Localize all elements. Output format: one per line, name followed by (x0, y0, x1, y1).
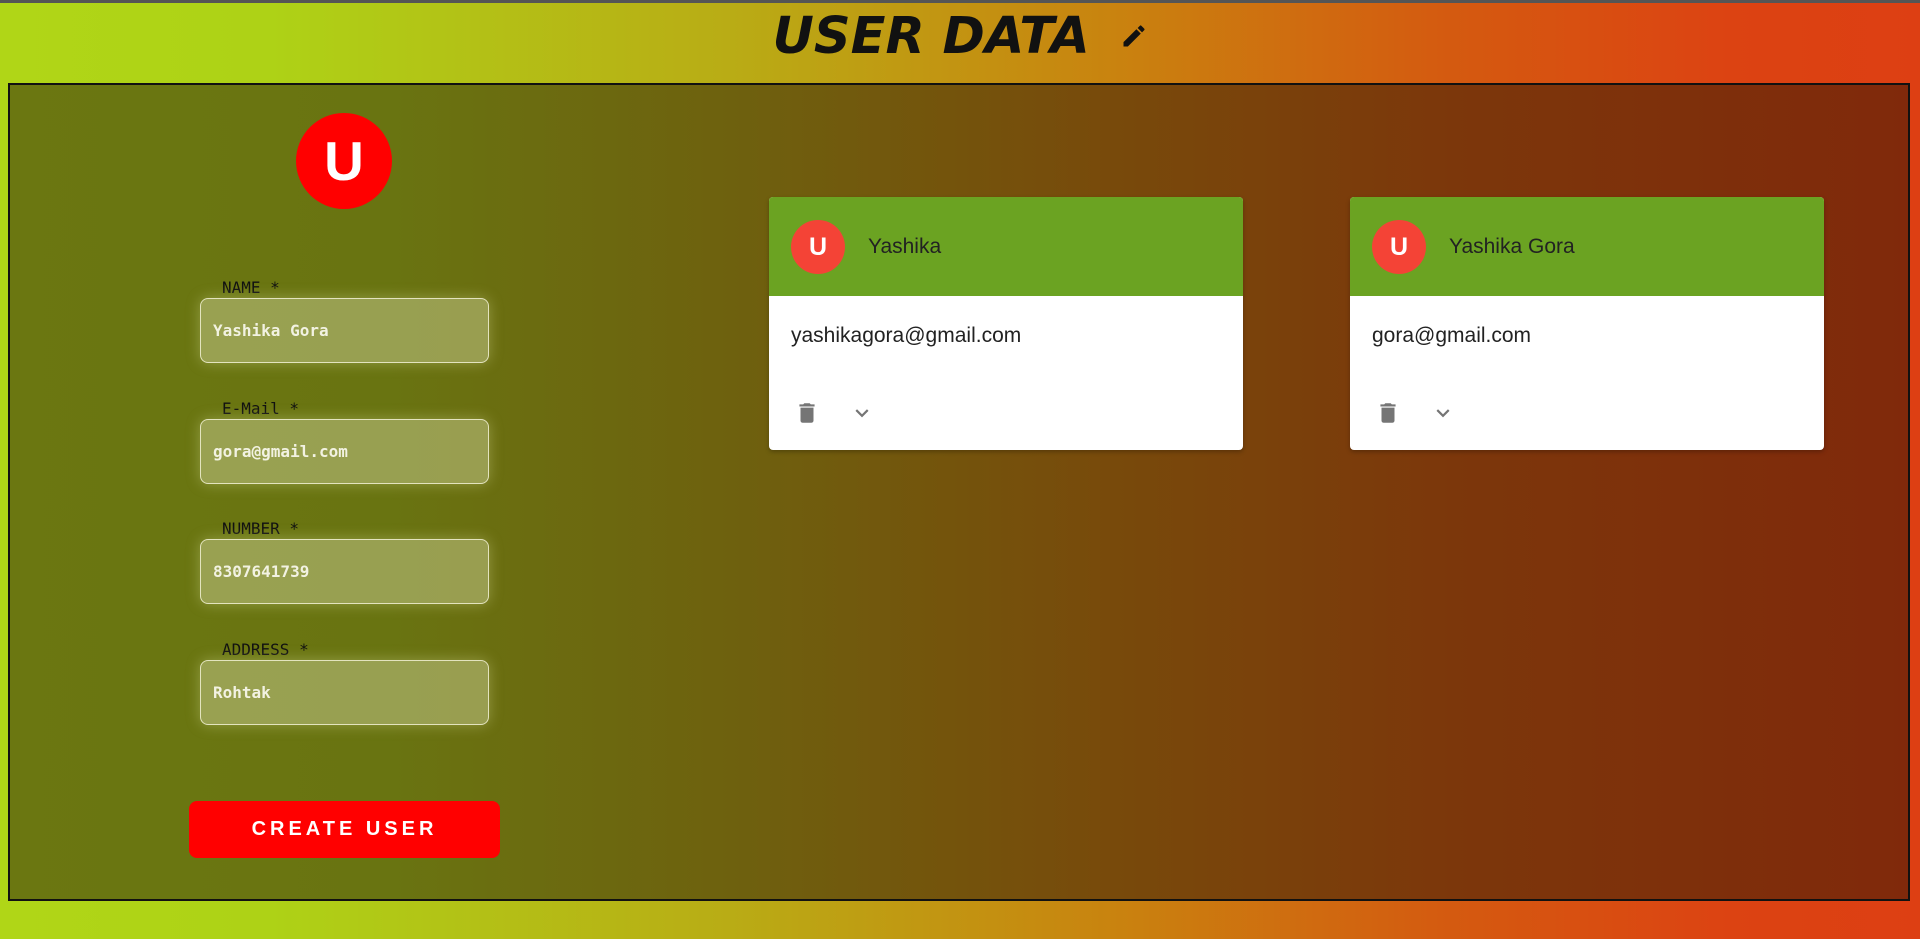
email-label: E-Mail * (222, 399, 300, 418)
user-card-header: U Yashika (769, 197, 1243, 296)
user-card-name: Yashika (868, 235, 942, 258)
user-card-avatar: U (791, 220, 845, 274)
user-card-email: gora@gmail.com (1372, 324, 1532, 347)
user-card-name: Yashika Gora (1449, 235, 1575, 258)
user-card-header: U Yashika Gora (1350, 197, 1824, 296)
address-label: ADDRESS * (222, 640, 309, 659)
pencil-icon[interactable] (1120, 4, 1148, 64)
name-label: NAME * (222, 278, 280, 297)
create-user-button[interactable]: CREATE USER (189, 801, 500, 858)
trash-icon[interactable] (791, 397, 823, 429)
page-title: USER DATA (0, 7, 1920, 67)
top-border-line (0, 0, 1920, 3)
email-input[interactable] (200, 419, 489, 484)
name-input[interactable] (200, 298, 489, 363)
trash-icon[interactable] (1372, 397, 1404, 429)
number-label: NUMBER * (222, 519, 300, 538)
chevron-down-icon[interactable] (1427, 397, 1459, 429)
user-card-email: yashikagora@gmail.com (791, 324, 1022, 347)
user-card-avatar: U (1372, 220, 1426, 274)
user-card: U Yashika yashikagora@gmail.com (769, 197, 1243, 450)
page-title-text: USER DATA (772, 7, 1090, 66)
chevron-down-icon[interactable] (846, 397, 878, 429)
number-input[interactable] (200, 539, 489, 604)
main-panel: U NAME * E-Mail * NUMBER * ADDRESS * CRE… (8, 83, 1910, 901)
form-avatar: U (296, 113, 392, 209)
user-card: U Yashika Gora gora@gmail.com (1350, 197, 1824, 450)
address-input[interactable] (200, 660, 489, 725)
